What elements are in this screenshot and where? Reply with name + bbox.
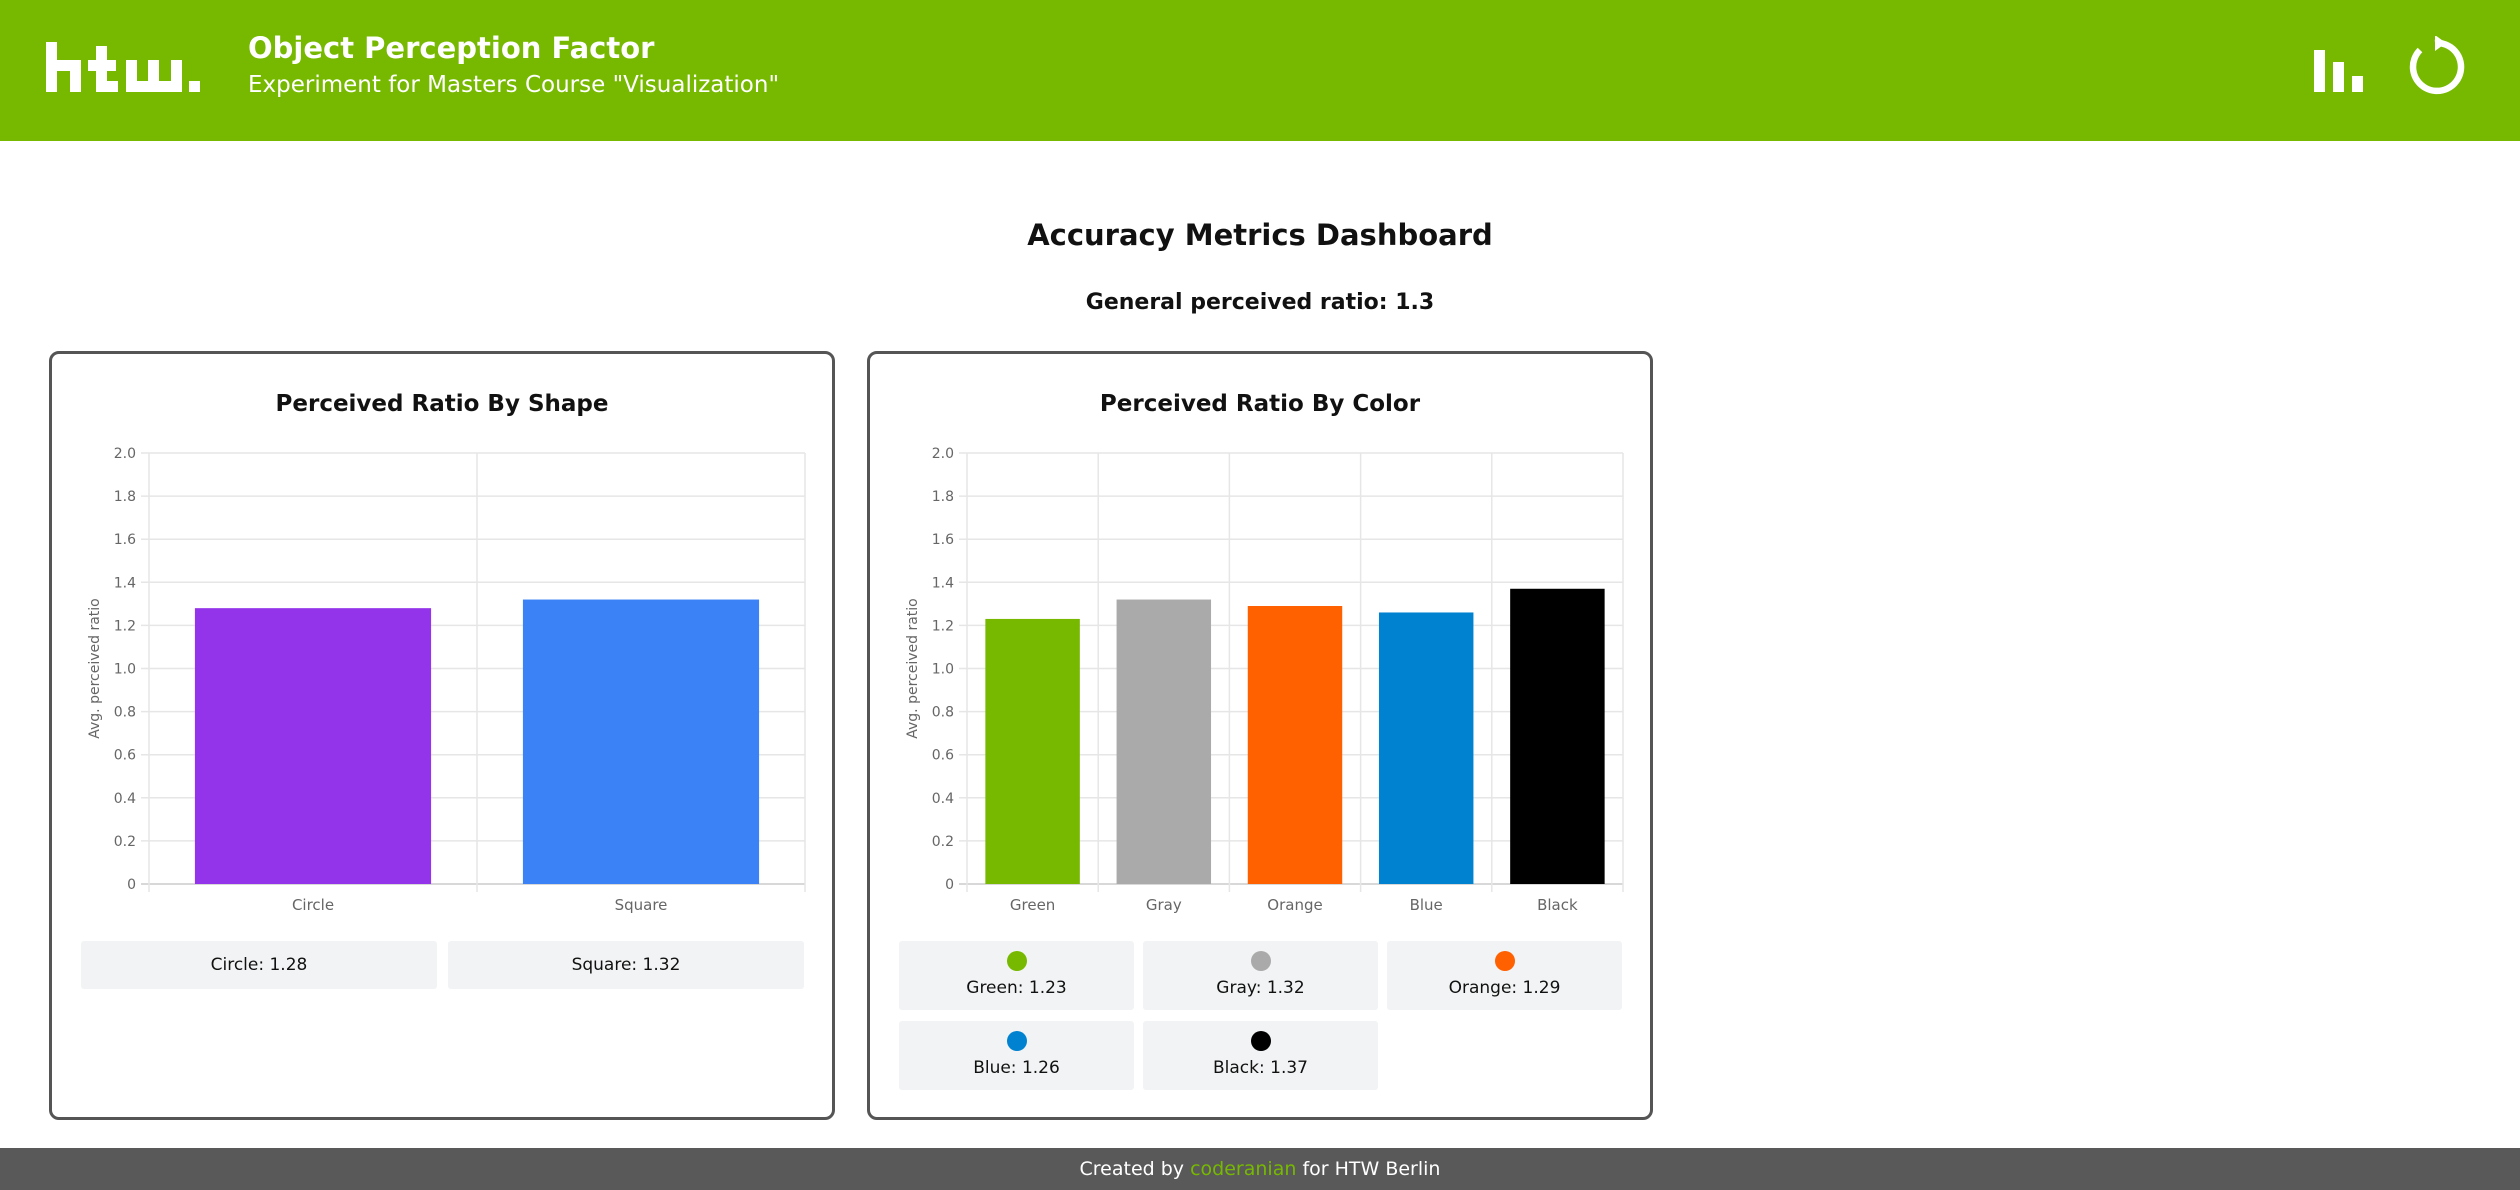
bar-circle[interactable] <box>194 608 432 884</box>
legend-label: Black: 1.37 <box>1213 1058 1308 1078</box>
general-ratio: General perceived ratio: 1.3 <box>1085 290 1435 315</box>
legend-color-dot <box>1006 951 1027 971</box>
x-tick-label: Gray <box>1146 896 1182 914</box>
y-axis-label: Avg. perceived ratio <box>905 598 921 739</box>
y-tick-label: 2.0 <box>114 446 136 462</box>
y-tick-label: 0.2 <box>114 834 136 850</box>
y-tick-label: 1.0 <box>932 662 954 678</box>
footer-suffix: for HTW Berlin <box>1302 1158 1441 1180</box>
bar-green[interactable] <box>985 618 1080 884</box>
y-tick-label: 0.4 <box>114 791 136 807</box>
legend-label: Circle: 1.28 <box>210 955 308 975</box>
y-tick-label: 0.8 <box>114 705 136 721</box>
legend-label: Orange: 1.29 <box>1448 978 1561 998</box>
y-tick-label: 1.8 <box>932 489 954 505</box>
x-tick-label: Green <box>1010 896 1055 914</box>
legend-item: Square: 1.32 <box>448 941 804 989</box>
y-tick-label: 0 <box>127 877 136 893</box>
htw-logo <box>46 42 200 92</box>
x-tick-label: Blue <box>1410 896 1443 914</box>
legend-color-dot <box>1006 1031 1027 1051</box>
y-tick-label: 1.6 <box>932 532 954 548</box>
footer-prefix: Created by <box>1079 1158 1185 1180</box>
y-tick-label: 1.4 <box>932 575 954 591</box>
color-chart-card: Perceived Ratio By Color 0 0.2 0.4 0.6 0.8 1.… <box>867 351 1653 1120</box>
y-tick-label: 1.0 <box>114 662 136 678</box>
app-subtitle: Experiment for Masters Course "Visualiza… <box>248 72 780 98</box>
y-tick-label: 0.4 <box>932 791 954 807</box>
bar-blue[interactable] <box>1378 612 1474 884</box>
y-tick-label: 1.6 <box>114 532 136 548</box>
y-tick-label: 2.0 <box>932 446 954 462</box>
y-tick-label: 1.4 <box>114 575 136 591</box>
y-tick-label: 1.8 <box>114 489 136 505</box>
legend-color-dot <box>1250 1031 1271 1051</box>
legend-item: Orange: 1.29 <box>1387 941 1622 1010</box>
bar-orange[interactable] <box>1247 606 1343 884</box>
legend-item: Green: 1.23 <box>899 941 1134 1010</box>
legend-item: Black: 1.37 <box>1143 1021 1378 1090</box>
app-title: Object Perception Factor <box>248 31 655 65</box>
y-tick-label: 1.2 <box>114 618 136 634</box>
bar-square[interactable] <box>522 599 760 884</box>
legend-label: Green: 1.23 <box>966 978 1067 998</box>
shape-bar-chart: 0 0.2 0.4 0.6 0.8 1.0 1.2 1.4 1.6 1.8 2.0 Avg. perc… <box>87 446 806 914</box>
y-tick-label: 0.2 <box>932 834 954 850</box>
legend-item: Circle: 1.28 <box>81 941 437 989</box>
app-header: Object Perception Factor Experiment for … <box>0 0 2520 141</box>
app-footer: Created by coderanian for HTW Berlin <box>0 1148 2520 1190</box>
y-tick-label: 1.2 <box>932 618 954 634</box>
stats-button[interactable] <box>2308 36 2370 98</box>
reset-button[interactable] <box>2404 35 2466 98</box>
author-link[interactable]: coderanian <box>1190 1158 1296 1180</box>
legend-color-dot <box>1250 951 1271 971</box>
y-tick-label: 0.8 <box>932 705 954 721</box>
bar-gray[interactable] <box>1116 599 1212 884</box>
bar-black[interactable] <box>1510 588 1605 884</box>
bar-chart-icon <box>2314 50 2363 92</box>
legend-item: Gray: 1.32 <box>1143 941 1378 1010</box>
x-tick-label: Black <box>1537 896 1578 914</box>
y-axis-label: Avg. perceived ratio <box>87 598 103 739</box>
y-tick-label: 0.6 <box>114 748 136 764</box>
x-tick-label: Circle <box>292 896 334 914</box>
legend-color-dot <box>1494 951 1515 971</box>
legend-label: Blue: 1.26 <box>973 1058 1060 1078</box>
refresh-icon <box>2409 35 2465 95</box>
x-tick-label: Orange <box>1267 896 1322 914</box>
legend-item: Blue: 1.26 <box>899 1021 1134 1090</box>
x-tick-label: Square <box>615 896 668 914</box>
y-tick-label: 0.6 <box>932 748 954 764</box>
shape-chart-card: Perceived Ratio By Shape 0 0.2 0.4 0.6 0.8 1.… <box>49 351 835 1120</box>
y-tick-label: 0 <box>945 877 954 893</box>
dashboard-title: Accuracy Metrics Dashboard <box>1027 218 1493 252</box>
legend-label: Square: 1.32 <box>571 955 681 975</box>
legend-label: Gray: 1.32 <box>1216 978 1305 998</box>
